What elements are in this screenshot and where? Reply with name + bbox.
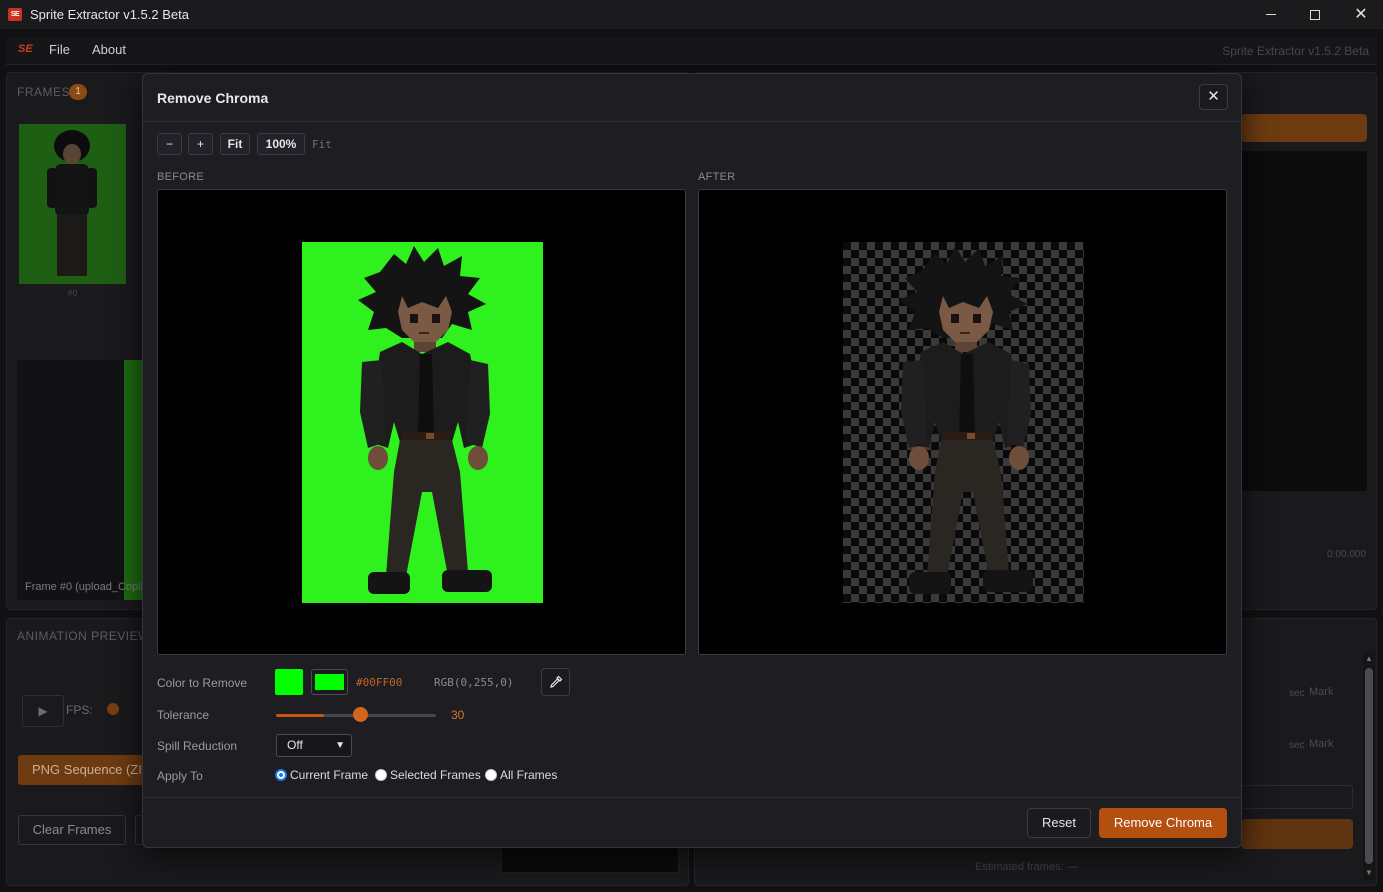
window-titlebar: SE Sprite Extractor v1.5.2 Beta ✕ [0,0,1383,29]
minimize-icon [1266,14,1276,15]
color-picker-input[interactable] [311,669,348,695]
window-close-button[interactable]: ✕ [1338,0,1383,29]
spill-reduction-label: Spill Reduction [157,739,238,753]
after-preview[interactable] [698,189,1227,655]
estimated-frames: Estimated frames: — [975,861,1078,873]
scroll-thumb[interactable] [1365,668,1373,864]
extract-select[interactable] [1241,785,1353,809]
maximize-button[interactable] [1292,0,1338,29]
zoom-out-button[interactable]: − [157,133,182,155]
eyedropper-icon [549,675,562,688]
thumbnail-caption: #0 [67,288,78,298]
app-icon: SE [8,8,22,21]
minimize-button[interactable] [1248,0,1294,29]
video-time: 0:00.000 [1327,549,1366,560]
scrollbar[interactable]: ▲ ▼ [1363,652,1375,880]
animation-preview-label: ANIMATION PREVIEW [17,629,150,643]
after-label: AFTER [698,171,736,183]
zoom-100-button[interactable]: 100% [257,133,305,155]
color-swatch[interactable] [275,669,303,695]
output-box [501,845,679,873]
chevron-down-icon: ▼ [335,740,345,751]
tolerance-slider-fill [276,714,324,717]
reset-button[interactable]: Reset [1027,808,1091,838]
sprite-character-image [358,246,492,594]
apply-current-frame-label: Current Frame [290,768,369,782]
apply-current-frame-option[interactable]: Current Frame [275,768,368,782]
color-rgb-value: RGB(0,255,0) [434,676,514,689]
menu-file[interactable]: File [49,42,70,57]
scroll-up-icon[interactable]: ▲ [1365,654,1373,663]
frame-preview-label: Frame #0 (upload_Copilo [25,581,150,593]
png-sequence-button[interactable]: PNG Sequence (ZIP) [18,755,158,785]
spill-reduction-value: Off [287,738,303,752]
frames-label: FRAMES [17,85,71,99]
before-preview[interactable] [157,189,686,655]
end-sec-label: sec [1289,740,1305,751]
color-hex-value: #00FF00 [356,676,403,689]
start-sec-label: sec [1289,688,1305,699]
close-icon: ✕ [1207,88,1220,105]
sprite-character-transparent-image [899,246,1033,594]
extract-button[interactable] [1241,819,1353,849]
apply-all-frames-label: All Frames [500,768,558,782]
maximize-icon [1310,9,1320,20]
fps-label: FPS: [66,703,93,717]
mark-end-button[interactable]: Mark [1309,738,1333,750]
dialog-title: Remove Chroma [157,90,269,106]
dialog-close-button[interactable]: ✕ [1199,84,1228,110]
color-picker-fill [315,674,344,690]
spill-reduction-select[interactable]: Off ▼ [276,734,352,757]
apply-current-frame-radio[interactable] [275,769,287,781]
before-label: BEFORE [157,171,205,183]
apply-all-frames-option[interactable]: All Frames [485,768,557,782]
frames-count-badge: 1 [69,84,87,100]
zoom-in-button[interactable]: + [188,133,213,155]
eyedropper-button[interactable] [541,668,570,696]
dialog-header: Remove Chroma ✕ [143,74,1241,122]
app-menubar: SE File About Sprite Extractor v1.5.2 Be… [6,37,1377,65]
tolerance-value: 30 [451,708,465,722]
sprite-thumbnail-image [47,130,97,276]
window-title: Sprite Extractor v1.5.2 Beta [30,7,189,22]
apply-selected-frames-label: Selected Frames [390,768,481,782]
play-icon: ▶ [38,704,48,718]
color-to-remove-label: Color to Remove [157,676,248,690]
apply-to-label: Apply To [157,769,203,783]
close-icon: ✕ [1354,5,1368,23]
video-preview [1241,151,1367,491]
zoom-fit-button[interactable]: Fit [220,133,250,155]
clear-frames-button[interactable]: Clear Frames [18,815,126,845]
mark-start-button[interactable]: Mark [1309,686,1333,698]
dialog-footer-divider [143,797,1241,798]
remove-chroma-dialog: Remove Chroma ✕ − + Fit 100% Fit BEFORE … [142,73,1242,848]
frame-thumbnail[interactable] [19,124,126,284]
app-version-label: Sprite Extractor v1.5.2 Beta [1222,44,1369,58]
apply-all-frames-radio[interactable] [485,769,497,781]
remove-chroma-button[interactable]: Remove Chroma [1099,808,1227,838]
menu-about[interactable]: About [92,42,126,57]
app-logo: SE [18,43,33,55]
apply-selected-frames-option[interactable]: Selected Frames [375,768,481,782]
apply-selected-frames-radio[interactable] [375,769,387,781]
video-action-button[interactable] [1241,114,1367,142]
tolerance-slider-thumb[interactable] [352,707,368,722]
tolerance-label: Tolerance [157,708,210,722]
fps-slider[interactable] [107,703,119,715]
after-sprite [843,242,1084,603]
before-sprite [302,242,543,603]
scroll-down-icon[interactable]: ▼ [1365,868,1373,877]
zoom-mode-label: Fit [312,138,332,151]
play-button[interactable]: ▶ [22,695,64,727]
